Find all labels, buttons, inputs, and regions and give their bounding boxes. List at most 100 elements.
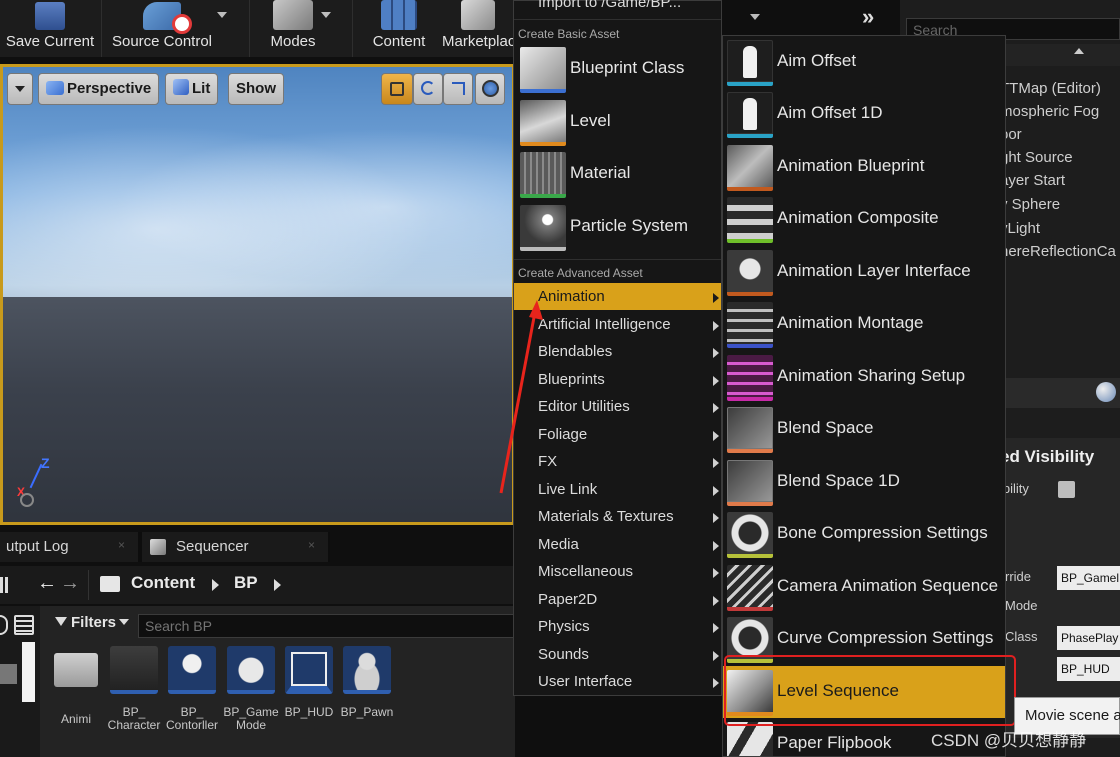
breadcrumb-chevron-icon[interactable] bbox=[274, 579, 281, 591]
viewport-options-button[interactable] bbox=[7, 73, 33, 105]
chevron-down-icon[interactable] bbox=[217, 12, 227, 18]
rotate-tool-button[interactable] bbox=[413, 73, 443, 105]
asset-bp-character[interactable]: BP_ Character bbox=[105, 646, 163, 732]
expand-toolbar-icon[interactable]: » bbox=[862, 4, 874, 30]
asset-bp-game-mode[interactable]: BP_Game Mode bbox=[222, 646, 280, 732]
outliner-item[interactable]: TTMap (Editor) bbox=[1000, 80, 1101, 97]
animation-layer-interface-icon bbox=[727, 250, 773, 296]
menu-item-user-interface[interactable]: User Interface bbox=[514, 668, 721, 695]
menu-item-particle-system[interactable]: Particle System bbox=[518, 202, 721, 254]
menu-item-blueprint-class[interactable]: Blueprint Class bbox=[518, 44, 721, 96]
panel-toggle-icon[interactable] bbox=[0, 577, 8, 593]
tab-output-log[interactable]: utput Log × bbox=[0, 532, 138, 562]
close-icon[interactable]: × bbox=[118, 539, 128, 551]
content-button[interactable]: Content bbox=[363, 0, 435, 57]
chevron-down-icon[interactable] bbox=[321, 12, 331, 18]
scale-tool-button[interactable] bbox=[443, 73, 473, 105]
outliner-item[interactable]: yLight bbox=[1000, 220, 1040, 237]
asset-folder-animi[interactable]: Animi bbox=[47, 646, 105, 726]
submenu-item-animation-blueprint[interactable]: Animation Blueprint bbox=[723, 141, 1005, 193]
rotate-icon bbox=[421, 81, 435, 95]
chevron-right-icon bbox=[713, 458, 719, 468]
chevron-right-icon bbox=[713, 486, 719, 496]
save-current-button[interactable]: Save Current bbox=[0, 0, 100, 57]
translate-tool-button[interactable] bbox=[381, 73, 413, 105]
tab-sequencer[interactable]: Sequencer × bbox=[142, 532, 328, 562]
asset-bp-pawn[interactable]: BP_Pawn bbox=[338, 646, 396, 719]
scale-icon bbox=[452, 82, 465, 95]
axis-gizmo-icon bbox=[20, 493, 34, 507]
main-toolbar: Save Current Source Control Modes Conten… bbox=[0, 0, 515, 57]
submenu-item-animation-composite[interactable]: Animation Composite bbox=[723, 193, 1005, 245]
chevron-right-icon bbox=[713, 403, 719, 413]
red-arrow-annotation bbox=[499, 300, 543, 494]
asset-bp-hud[interactable]: BP_HUD bbox=[280, 646, 338, 719]
breadcrumb-chevron-icon[interactable] bbox=[212, 579, 219, 591]
content-browser-nav: ← → Content BP bbox=[0, 566, 515, 604]
submenu-item-animation-layer-interface[interactable]: Animation Layer Interface bbox=[723, 246, 1005, 298]
blueprint-class-icon bbox=[520, 47, 566, 93]
show-button[interactable]: Show bbox=[228, 73, 284, 105]
submenu-item-aim-offset-1d[interactable]: Aim Offset 1D bbox=[723, 88, 1005, 140]
menu-item-level[interactable]: Level bbox=[518, 97, 721, 149]
marketplace-button[interactable]: Marketplace bbox=[440, 0, 515, 57]
asset-bp-contorller[interactable]: BP_ Contorller bbox=[163, 646, 221, 732]
row-value-2[interactable]: PhasePlay bbox=[1057, 626, 1120, 650]
forward-arrow-icon[interactable]: → bbox=[60, 572, 80, 595]
menu-item-media[interactable]: Media bbox=[514, 531, 721, 558]
submenu-item-aim-offset[interactable]: Aim Offset bbox=[723, 36, 1005, 88]
menu-item-physics[interactable]: Physics bbox=[514, 613, 721, 640]
content-icon bbox=[381, 0, 417, 30]
collapse-up-icon[interactable] bbox=[1074, 48, 1084, 54]
outliner-item[interactable]: ayer Start bbox=[1000, 172, 1065, 189]
submenu-item-bone-compression-settings[interactable]: Bone Compression Settings bbox=[723, 508, 1005, 560]
bottom-tabs: utput Log × Sequencer × bbox=[0, 532, 330, 562]
animation-submenu: Aim Offset Aim Offset 1D Animation Bluep… bbox=[722, 35, 1006, 757]
chevron-right-icon bbox=[713, 651, 719, 661]
outliner-item[interactable]: ght Source bbox=[1000, 149, 1073, 166]
bone-compression-settings-icon bbox=[727, 512, 773, 558]
folder-icon bbox=[100, 576, 120, 592]
close-icon[interactable]: × bbox=[308, 539, 318, 551]
aim-offset-icon bbox=[727, 40, 773, 86]
menu-item-material[interactable]: Material bbox=[518, 149, 721, 201]
chevron-right-icon bbox=[713, 541, 719, 551]
import-path-item[interactable]: Import to /Game/BP... bbox=[538, 0, 681, 11]
row-value-0[interactable]: BP_Gamel bbox=[1057, 566, 1120, 590]
level-viewport[interactable]: Perspective Lit Show Z X bbox=[0, 64, 515, 525]
filters-button[interactable]: Filters bbox=[55, 614, 130, 631]
submenu-item-blend-space[interactable]: Blend Space bbox=[723, 403, 1005, 455]
modes-button[interactable]: Modes bbox=[258, 0, 328, 57]
back-arrow-icon[interactable]: ← bbox=[37, 572, 57, 595]
search-bp-input[interactable] bbox=[138, 614, 515, 638]
menu-item-paper2d[interactable]: Paper2D bbox=[514, 586, 721, 613]
gamepad-thumbnail-icon bbox=[227, 646, 275, 694]
axis-z-label: Z bbox=[41, 455, 50, 471]
menu-item-miscellaneous[interactable]: Miscellaneous bbox=[514, 558, 721, 585]
world-settings-icon[interactable] bbox=[1096, 382, 1116, 402]
breadcrumb-bp[interactable]: BP bbox=[234, 573, 258, 593]
row-label-0: rride bbox=[1005, 569, 1032, 584]
chevron-down-icon[interactable] bbox=[750, 14, 760, 20]
lit-cube-icon bbox=[173, 79, 189, 95]
submenu-item-animation-sharing-setup[interactable]: Animation Sharing Setup bbox=[723, 351, 1005, 403]
lit-button[interactable]: Lit bbox=[165, 73, 219, 105]
menu-item-sounds[interactable]: Sounds bbox=[514, 641, 721, 668]
chevron-right-icon bbox=[713, 348, 719, 358]
menu-item-materials-textures[interactable]: Materials & Textures bbox=[514, 503, 721, 530]
outliner-item[interactable]: y Sphere bbox=[1000, 196, 1060, 213]
perspective-button[interactable]: Perspective bbox=[38, 73, 160, 105]
list-view-icon[interactable] bbox=[14, 615, 34, 635]
submenu-item-animation-montage[interactable]: Animation Montage bbox=[723, 298, 1005, 350]
folder-icon bbox=[54, 653, 98, 687]
outliner-item[interactable]: mospheric Fog bbox=[1000, 103, 1099, 120]
material-icon bbox=[520, 152, 566, 198]
source-control-button[interactable]: Source Control bbox=[106, 0, 218, 57]
outliner-item[interactable]: hereReflectionCa bbox=[1000, 243, 1116, 260]
submenu-item-blend-space-1d[interactable]: Blend Space 1D bbox=[723, 456, 1005, 508]
submenu-item-camera-animation-sequence[interactable]: Camera Animation Sequence bbox=[723, 561, 1005, 613]
visibility-checkbox[interactable] bbox=[1058, 481, 1075, 498]
breadcrumb-content[interactable]: Content bbox=[131, 573, 195, 593]
world-local-button[interactable] bbox=[475, 73, 505, 105]
row-value-3[interactable]: BP_HUD bbox=[1057, 657, 1120, 681]
